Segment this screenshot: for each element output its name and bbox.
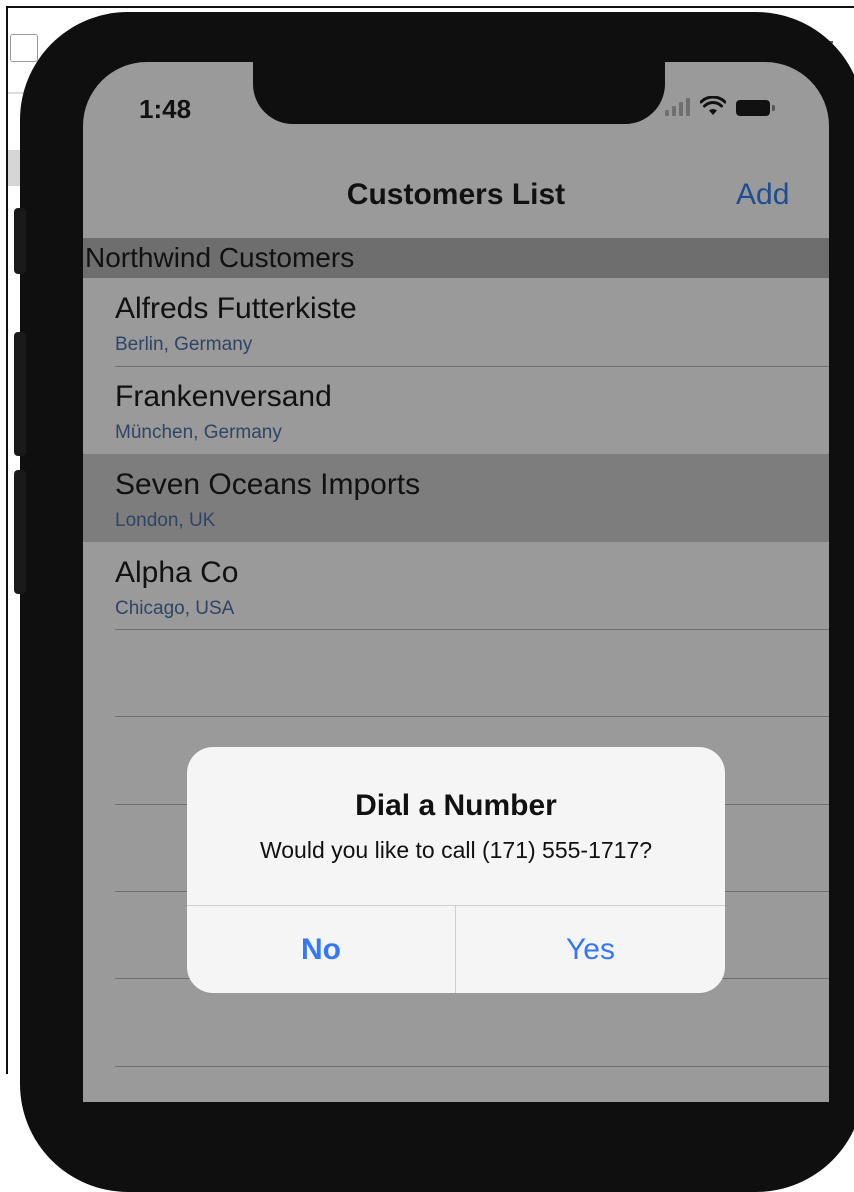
customer-location: Chicago, USA bbox=[115, 598, 235, 619]
section-header: Northwind Customers bbox=[83, 238, 829, 278]
section-header-label: Northwind Customers bbox=[85, 242, 355, 273]
alert-message: Would you like to call (171) 555-1717? bbox=[259, 837, 653, 863]
customer-row[interactable]: Alpha Co Chicago, USA bbox=[83, 542, 829, 630]
customer-row-selected[interactable]: Seven Oceans Imports London, UK bbox=[83, 454, 829, 542]
customer-location: Berlin, Germany bbox=[115, 334, 253, 355]
no-button[interactable]: No bbox=[187, 906, 455, 993]
row-separator bbox=[115, 716, 829, 717]
add-button[interactable]: Add bbox=[736, 178, 789, 212]
phone-screen: 1:48 Customers List Add Northwind Custom… bbox=[83, 62, 829, 1102]
status-icons bbox=[665, 94, 775, 116]
nav-title: Customers List bbox=[346, 178, 566, 211]
row-separator bbox=[115, 1066, 829, 1067]
customer-name: Frankenversand bbox=[115, 380, 332, 413]
phone-frame: 1:48 Customers List Add Northwind Custom… bbox=[14, 12, 854, 1192]
volume-up-button bbox=[14, 332, 26, 456]
alert-title: Dial a Number bbox=[355, 789, 557, 822]
customer-name: Seven Oceans Imports bbox=[115, 468, 421, 501]
phone-notch bbox=[253, 62, 665, 124]
customer-name: Alfreds Futterkiste bbox=[115, 292, 357, 325]
window-border-top bbox=[6, 6, 854, 8]
yes-button[interactable]: Yes bbox=[456, 906, 725, 993]
customer-row[interactable]: Frankenversand München, Germany bbox=[83, 366, 829, 454]
customer-location: München, Germany bbox=[115, 422, 282, 443]
volume-down-button bbox=[14, 470, 26, 594]
customer-name: Alpha Co bbox=[115, 556, 239, 589]
background-checkbox[interactable] bbox=[10, 34, 38, 62]
mute-switch bbox=[14, 208, 26, 274]
status-time: 1:48 bbox=[139, 94, 192, 124]
signal-icon bbox=[665, 94, 690, 116]
customer-location: London, UK bbox=[115, 510, 216, 531]
customer-row[interactable]: Alfreds Futterkiste Berlin, Germany bbox=[83, 278, 829, 366]
dial-alert: Dial a Number Would you like to call (17… bbox=[187, 747, 725, 993]
row-separator bbox=[115, 629, 829, 630]
battery-icon bbox=[736, 100, 775, 116]
wifi-icon bbox=[700, 96, 726, 115]
